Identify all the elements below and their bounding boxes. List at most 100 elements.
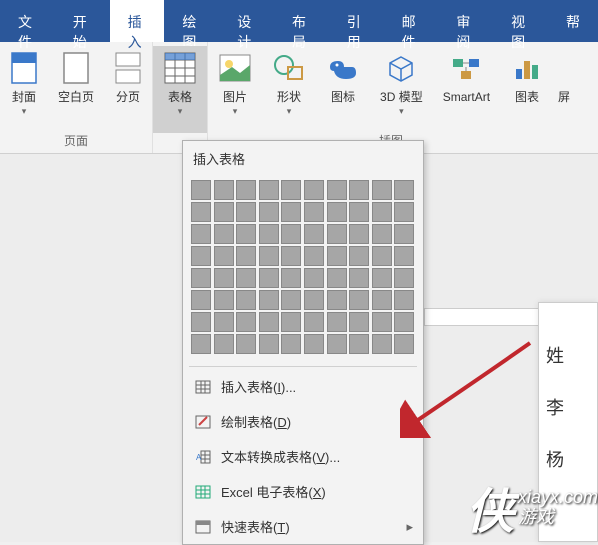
table-button[interactable]: 表格 ▾: [153, 46, 207, 133]
grid-cell[interactable]: [191, 334, 211, 354]
grid-cell[interactable]: [394, 202, 414, 222]
grid-cell[interactable]: [214, 290, 234, 310]
icons-button[interactable]: 图标: [316, 46, 370, 130]
grid-cell[interactable]: [236, 246, 256, 266]
grid-cell[interactable]: [349, 246, 369, 266]
grid-cell[interactable]: [349, 180, 369, 200]
grid-cell[interactable]: [304, 246, 324, 266]
grid-cell[interactable]: [191, 312, 211, 332]
smartart-button[interactable]: SmartArt: [433, 46, 500, 130]
grid-cell[interactable]: [191, 268, 211, 288]
grid-cell[interactable]: [259, 246, 279, 266]
grid-cell[interactable]: [259, 312, 279, 332]
grid-cell[interactable]: [281, 224, 301, 244]
grid-cell[interactable]: [191, 290, 211, 310]
grid-cell[interactable]: [349, 334, 369, 354]
grid-cell[interactable]: [281, 180, 301, 200]
tab-mailings[interactable]: 邮件: [384, 0, 439, 42]
grid-cell[interactable]: [372, 202, 392, 222]
table-grid-picker[interactable]: [183, 176, 423, 364]
grid-cell[interactable]: [214, 202, 234, 222]
grid-cell[interactable]: [372, 312, 392, 332]
grid-cell[interactable]: [236, 312, 256, 332]
grid-cell[interactable]: [349, 312, 369, 332]
excel-spreadsheet-menu-item[interactable]: Excel 电子表格(X): [183, 474, 423, 509]
grid-cell[interactable]: [259, 290, 279, 310]
chart-button[interactable]: 图表: [500, 46, 554, 130]
grid-cell[interactable]: [304, 180, 324, 200]
grid-cell[interactable]: [304, 290, 324, 310]
screenshot-button[interactable]: 屏: [554, 46, 574, 130]
grid-cell[interactable]: [372, 290, 392, 310]
grid-cell[interactable]: [281, 202, 301, 222]
grid-cell[interactable]: [394, 334, 414, 354]
draw-table-menu-item[interactable]: 绘制表格(D): [183, 404, 423, 439]
grid-cell[interactable]: [394, 312, 414, 332]
grid-cell[interactable]: [236, 268, 256, 288]
grid-cell[interactable]: [236, 290, 256, 310]
grid-cell[interactable]: [191, 246, 211, 266]
tab-review[interactable]: 审阅: [438, 0, 493, 42]
grid-cell[interactable]: [259, 202, 279, 222]
tab-draw[interactable]: 绘图: [164, 0, 219, 42]
grid-cell[interactable]: [236, 202, 256, 222]
grid-cell[interactable]: [327, 202, 347, 222]
grid-cell[interactable]: [281, 290, 301, 310]
tab-references[interactable]: 引用: [329, 0, 384, 42]
grid-cell[interactable]: [259, 268, 279, 288]
grid-cell[interactable]: [214, 246, 234, 266]
grid-cell[interactable]: [214, 334, 234, 354]
grid-cell[interactable]: [327, 224, 347, 244]
grid-cell[interactable]: [281, 246, 301, 266]
quick-tables-menu-item[interactable]: 快速表格(T) ▸: [183, 509, 423, 544]
grid-cell[interactable]: [372, 268, 392, 288]
grid-cell[interactable]: [327, 246, 347, 266]
document-text[interactable]: 杨: [546, 446, 564, 472]
grid-cell[interactable]: [327, 290, 347, 310]
tab-help[interactable]: 帮: [548, 0, 598, 42]
grid-cell[interactable]: [304, 334, 324, 354]
document-text[interactable]: 姓: [546, 342, 564, 368]
tab-layout[interactable]: 布局: [274, 0, 329, 42]
grid-cell[interactable]: [349, 290, 369, 310]
cover-page-button[interactable]: 封面 ▾: [0, 46, 48, 130]
grid-cell[interactable]: [394, 180, 414, 200]
grid-cell[interactable]: [327, 312, 347, 332]
grid-cell[interactable]: [214, 180, 234, 200]
grid-cell[interactable]: [327, 180, 347, 200]
grid-cell[interactable]: [304, 224, 324, 244]
grid-cell[interactable]: [394, 224, 414, 244]
grid-cell[interactable]: [259, 224, 279, 244]
grid-cell[interactable]: [191, 180, 211, 200]
grid-cell[interactable]: [236, 224, 256, 244]
grid-cell[interactable]: [281, 312, 301, 332]
grid-cell[interactable]: [327, 334, 347, 354]
grid-cell[interactable]: [236, 180, 256, 200]
grid-cell[interactable]: [281, 268, 301, 288]
grid-cell[interactable]: [327, 268, 347, 288]
insert-table-menu-item[interactable]: 插入表格(I)...: [183, 369, 423, 404]
picture-button[interactable]: 图片 ▾: [208, 46, 262, 130]
grid-cell[interactable]: [372, 224, 392, 244]
grid-cell[interactable]: [304, 268, 324, 288]
grid-cell[interactable]: [349, 202, 369, 222]
grid-cell[interactable]: [191, 224, 211, 244]
grid-cell[interactable]: [304, 202, 324, 222]
grid-cell[interactable]: [372, 180, 392, 200]
grid-cell[interactable]: [281, 334, 301, 354]
page-break-button[interactable]: 分页: [104, 46, 152, 130]
grid-cell[interactable]: [394, 268, 414, 288]
grid-cell[interactable]: [304, 312, 324, 332]
grid-cell[interactable]: [259, 180, 279, 200]
grid-cell[interactable]: [349, 224, 369, 244]
grid-cell[interactable]: [349, 268, 369, 288]
convert-text-to-table-menu-item[interactable]: A 文本转换成表格(V)...: [183, 439, 423, 474]
grid-cell[interactable]: [372, 334, 392, 354]
grid-cell[interactable]: [191, 202, 211, 222]
tab-file[interactable]: 文件: [0, 0, 55, 42]
3d-models-button[interactable]: 3D 模型 ▾: [370, 46, 433, 130]
grid-cell[interactable]: [214, 268, 234, 288]
grid-cell[interactable]: [236, 334, 256, 354]
tab-home[interactable]: 开始: [55, 0, 110, 42]
grid-cell[interactable]: [394, 246, 414, 266]
